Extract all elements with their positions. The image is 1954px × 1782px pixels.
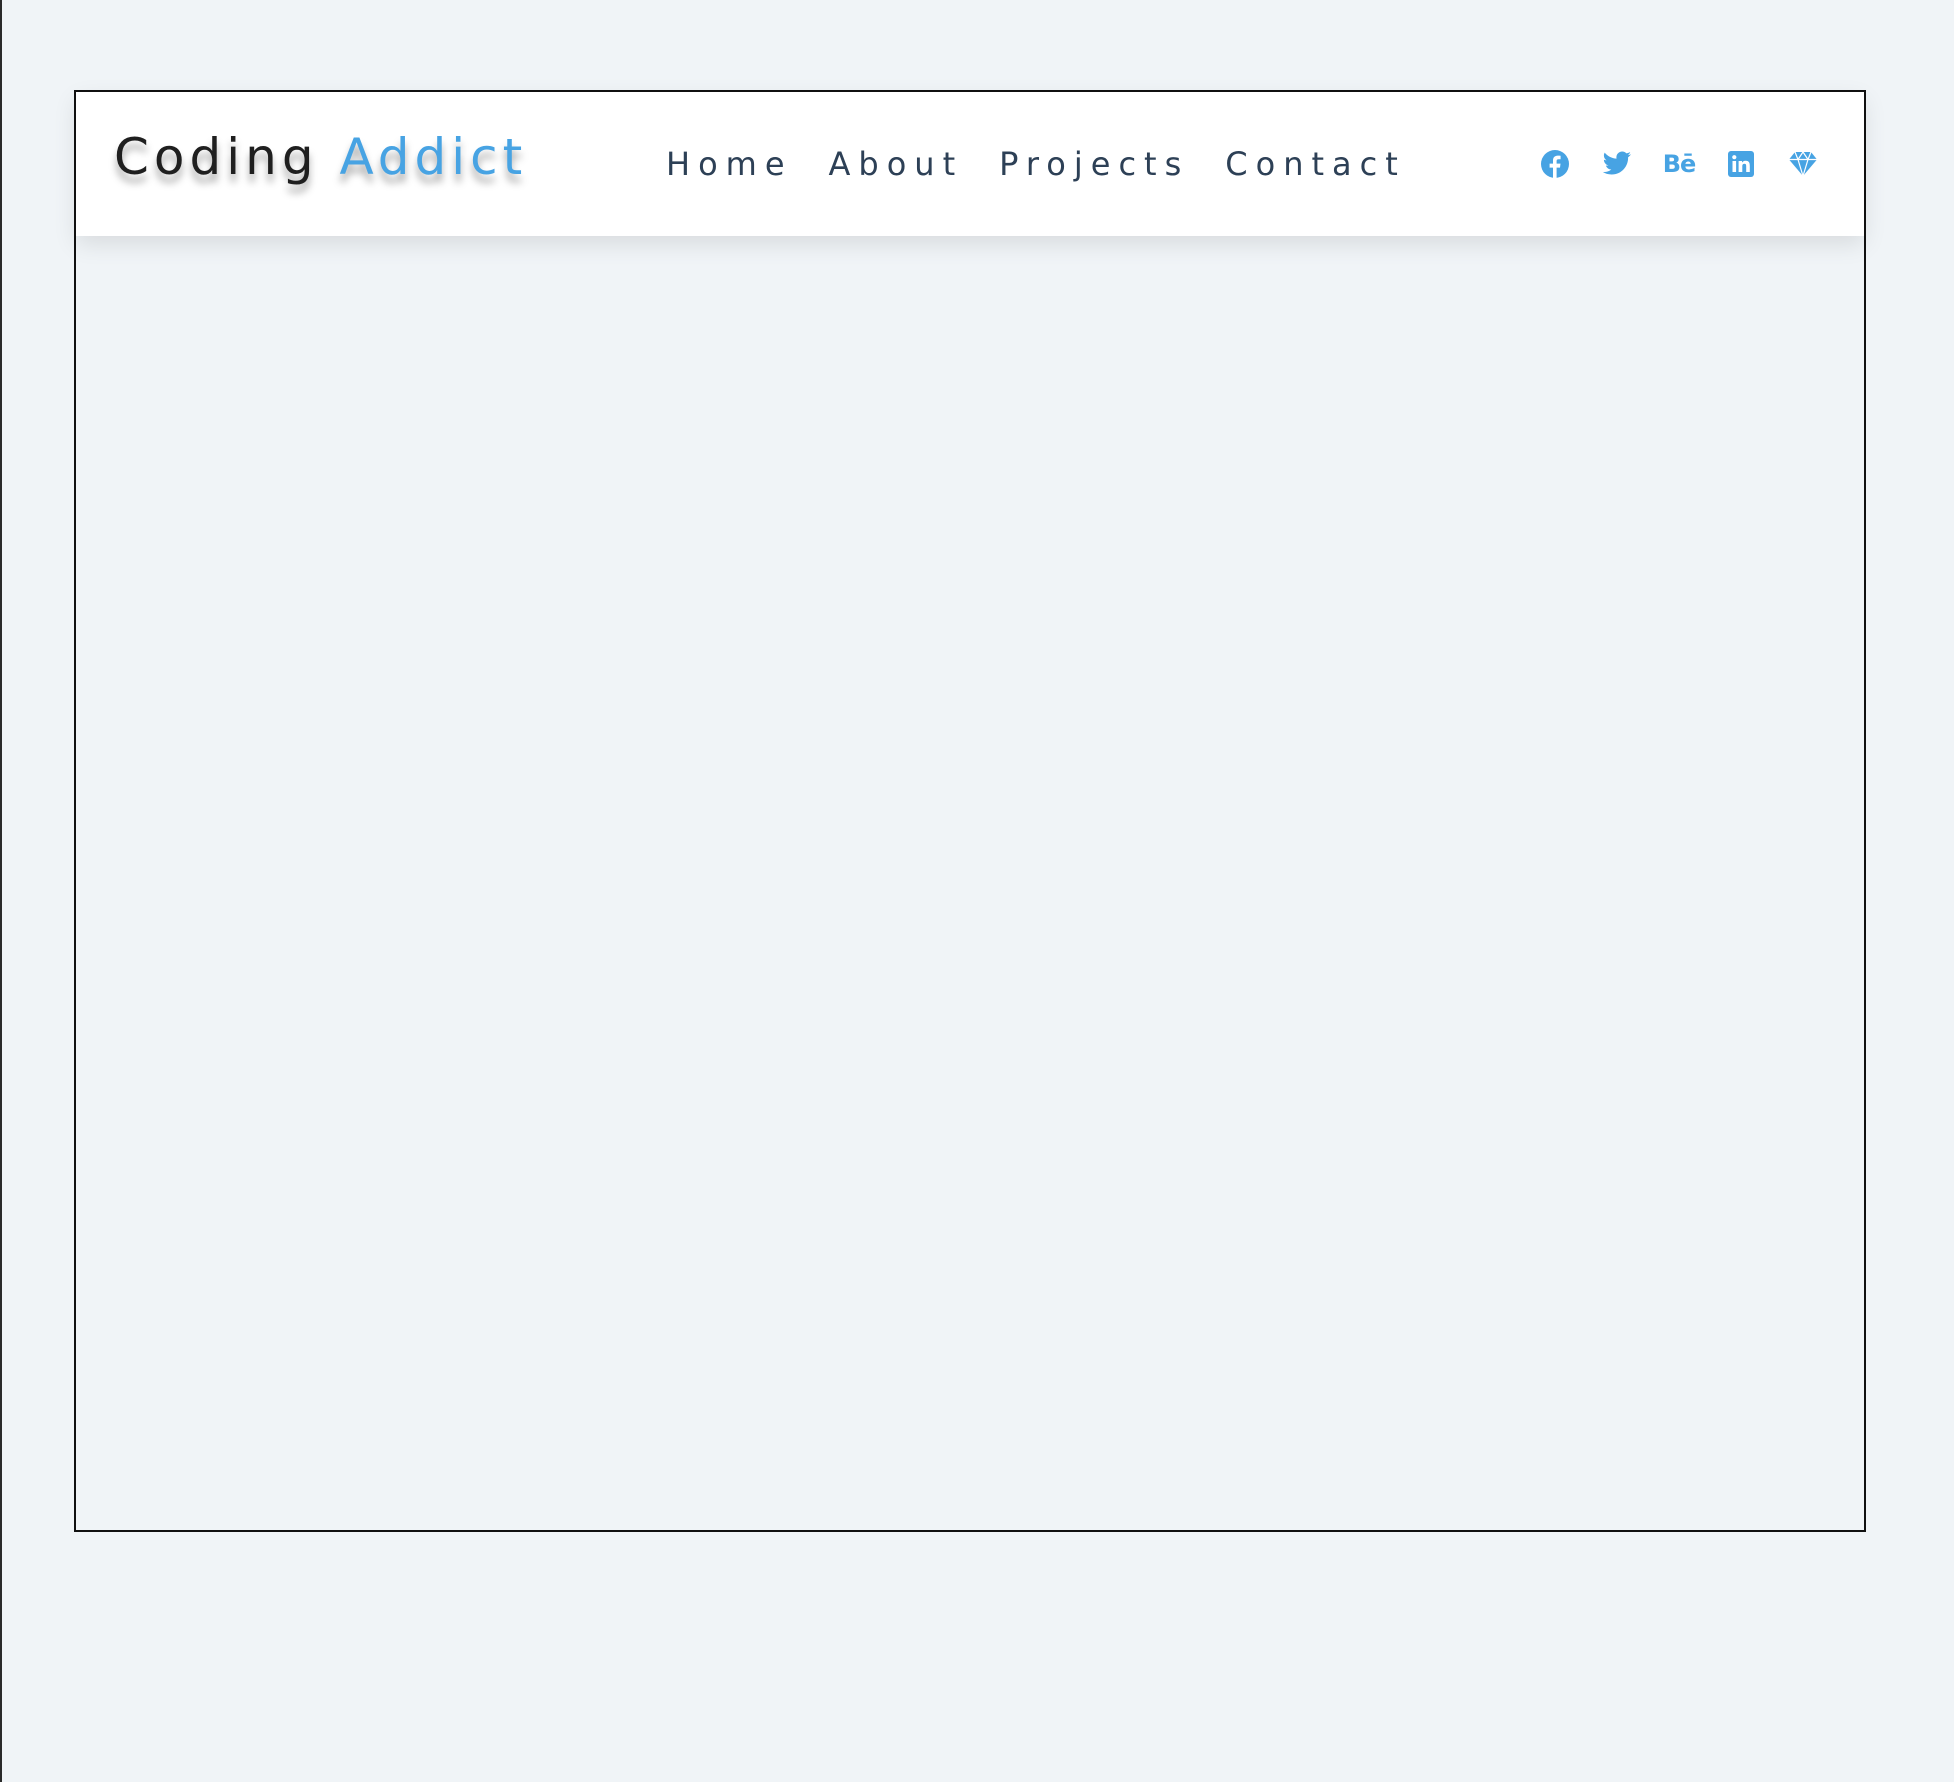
- sketch-icon[interactable]: [1788, 149, 1818, 179]
- nav-link-home[interactable]: Home: [666, 148, 793, 180]
- nav-link-contact[interactable]: Contact: [1225, 148, 1406, 180]
- behance-icon-text: Bē: [1662, 150, 1697, 178]
- logo-word-accent: Addict: [339, 128, 528, 186]
- nav-link-projects[interactable]: Projects: [999, 148, 1189, 180]
- behance-icon[interactable]: Bē: [1662, 149, 1697, 179]
- nav-menu: Home About Projects Contact: [666, 148, 1406, 180]
- page-frame: Coding Addict Home About Projects Contac…: [74, 90, 1866, 1532]
- logo[interactable]: Coding Addict: [114, 132, 527, 182]
- linkedin-icon[interactable]: [1726, 149, 1756, 179]
- window-left-edge: [0, 0, 2, 1782]
- twitter-icon[interactable]: [1602, 149, 1632, 179]
- logo-word-primary: Coding: [114, 128, 319, 186]
- navbar: Coding Addict Home About Projects Contac…: [76, 92, 1864, 236]
- social-links: Bē: [1540, 149, 1818, 179]
- nav-link-about[interactable]: About: [829, 148, 964, 180]
- facebook-icon[interactable]: [1540, 149, 1570, 179]
